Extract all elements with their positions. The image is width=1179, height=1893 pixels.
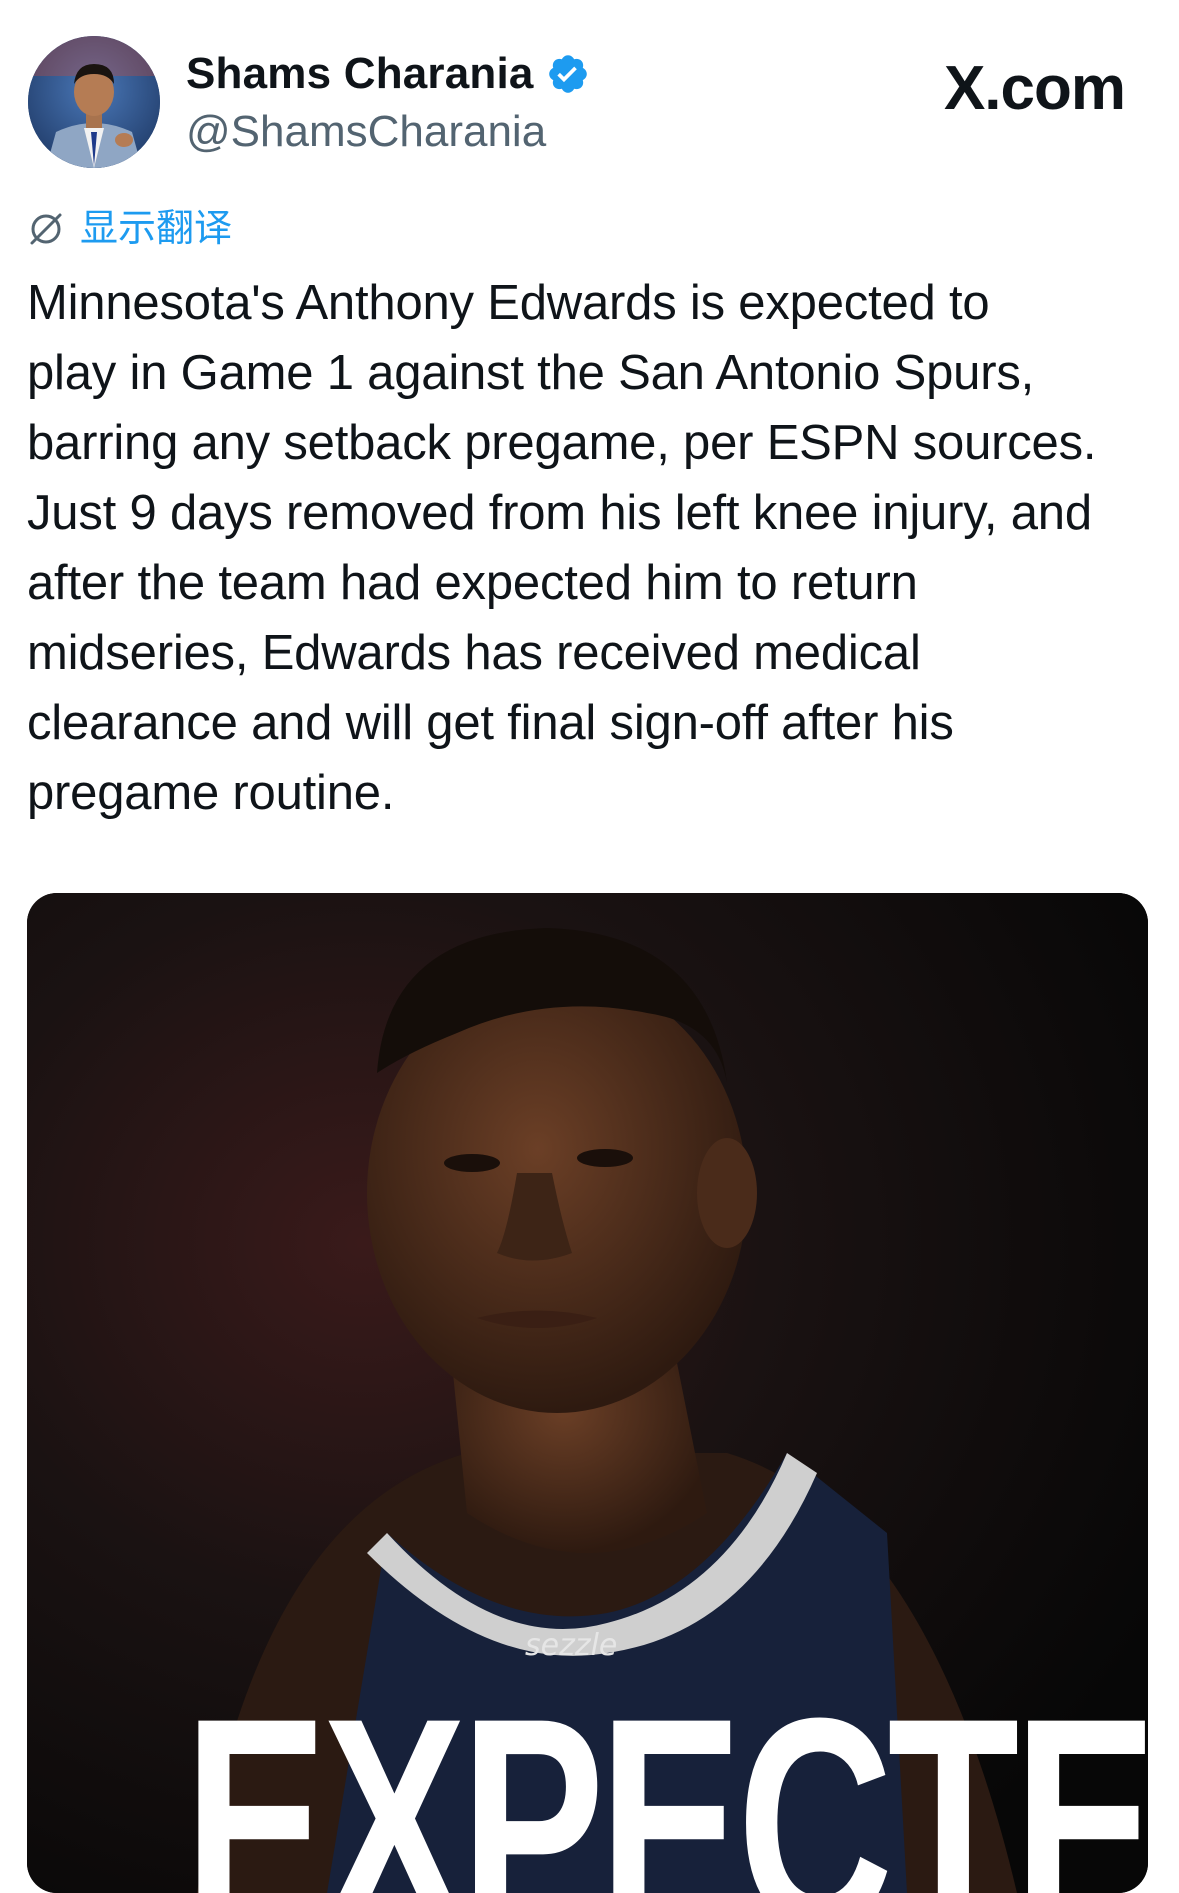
x-brand-logo: X.com: [943, 54, 1126, 123]
media-overlay-headline: EXPECTED: [183, 1655, 1148, 1893]
translate-globe-icon: [26, 208, 66, 248]
author-display-name[interactable]: Shams Charania: [186, 52, 534, 96]
author-name-row: Shams Charania: [186, 52, 590, 96]
show-translation-button[interactable]: 显示翻译: [26, 208, 232, 248]
tweet-header: Shams Charania @ShamsCharania X.com: [28, 36, 1153, 170]
show-translation-label: 显示翻译: [80, 206, 233, 250]
author-avatar[interactable]: [28, 36, 160, 168]
jersey-sponsor-logo: sezzle: [525, 1628, 618, 1663]
avatar-photo: [28, 36, 160, 168]
tweet-body-text: Minnesota's Anthony Edwards is expected …: [27, 276, 1097, 820]
author-handle[interactable]: @ShamsCharania: [186, 107, 546, 156]
tweet-media-image[interactable]: EXPECTED: [27, 893, 1148, 1893]
verified-badge-icon: [546, 52, 590, 96]
